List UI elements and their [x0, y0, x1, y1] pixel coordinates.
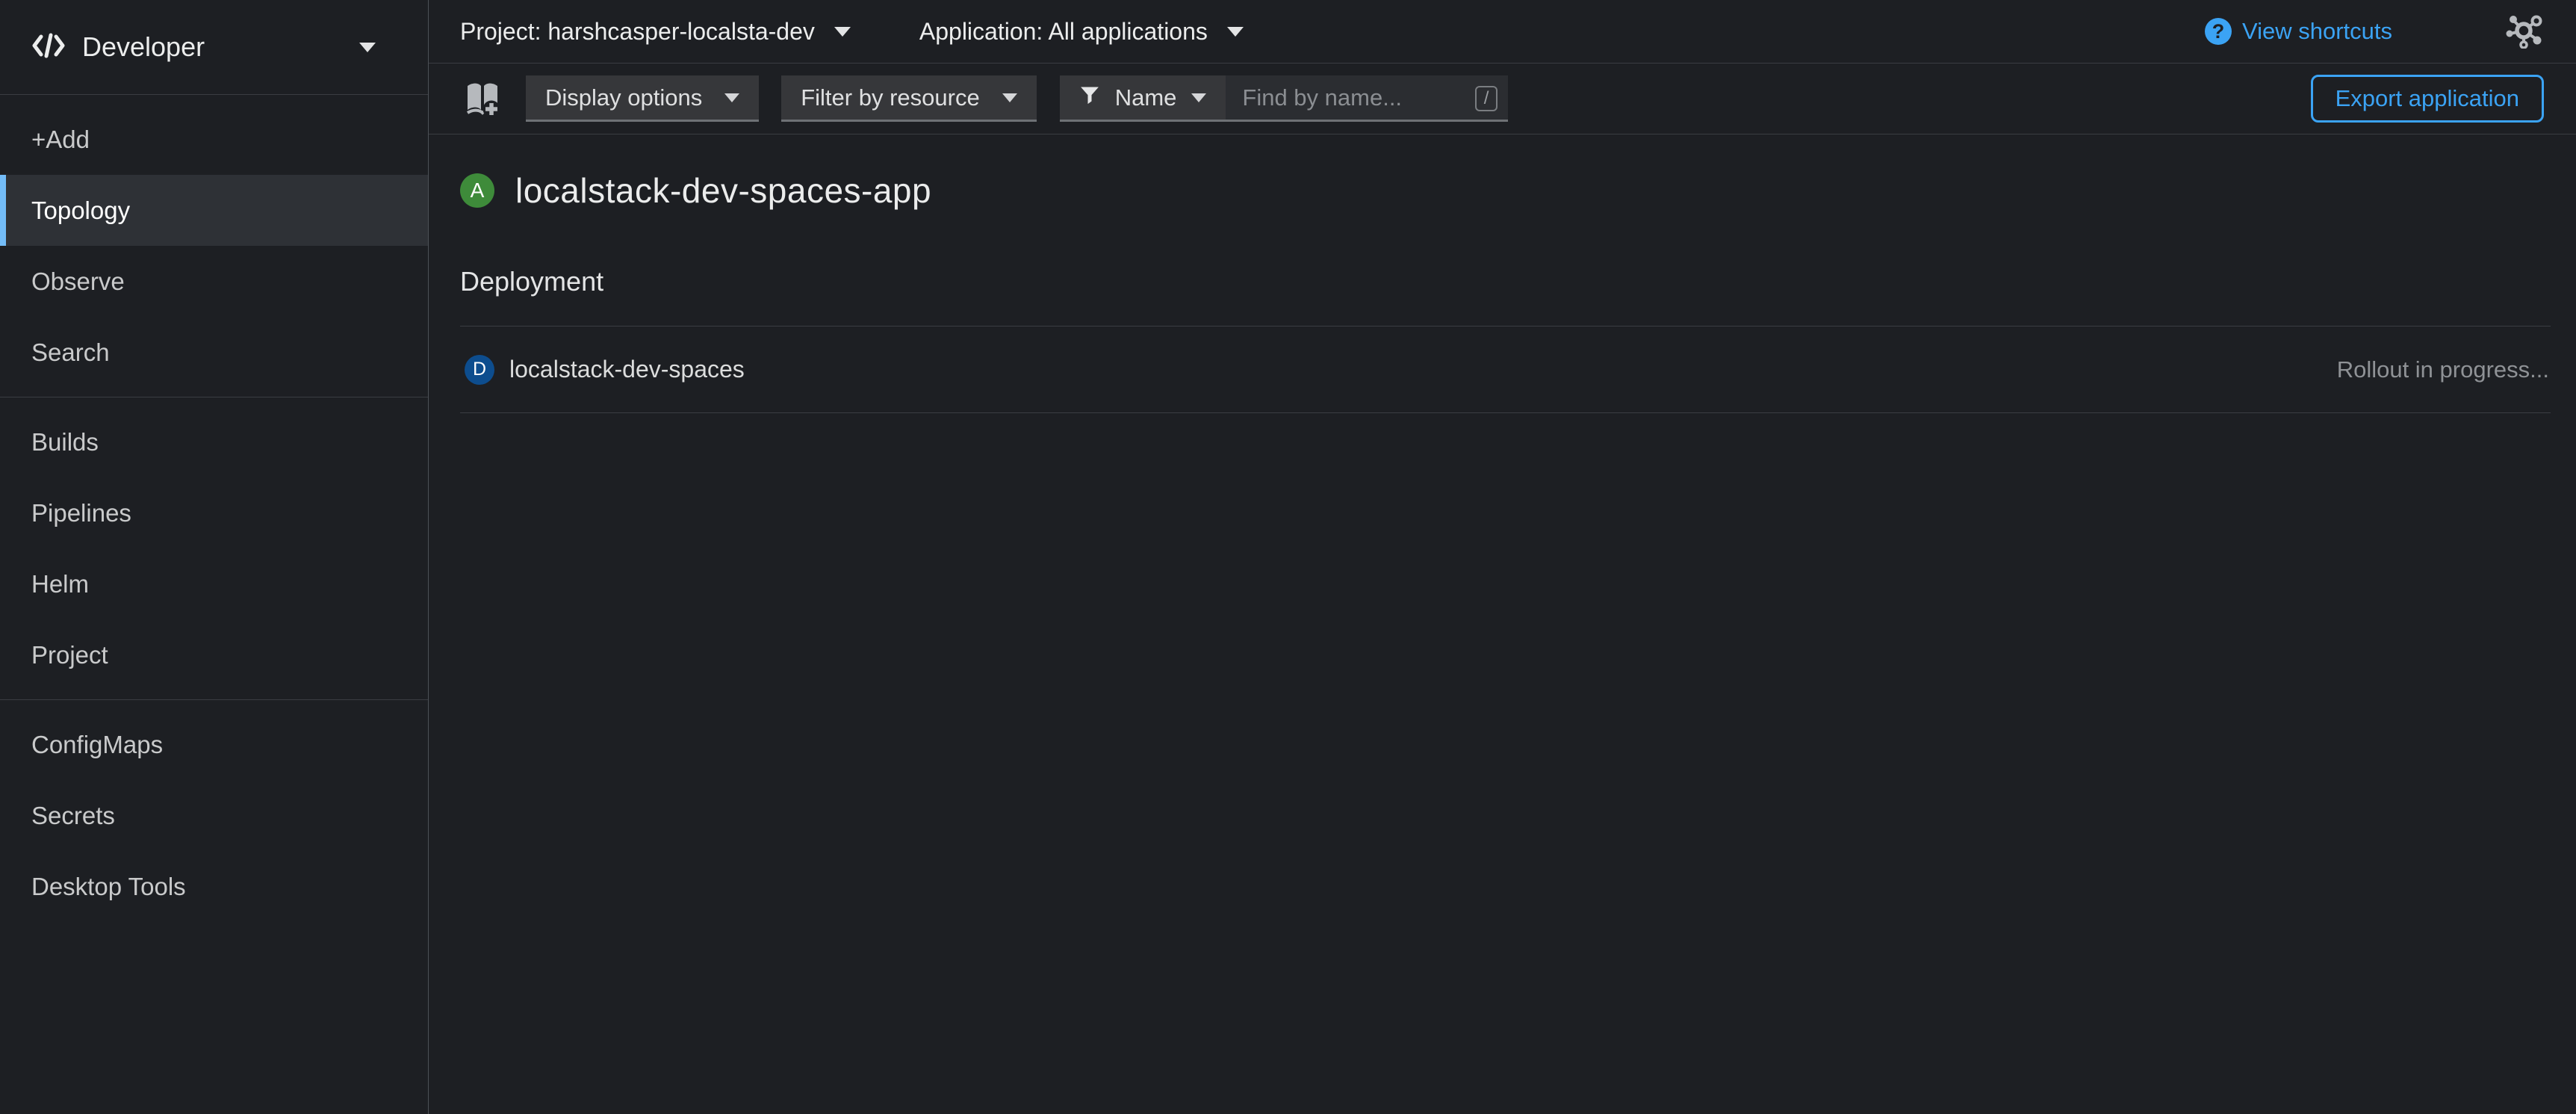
nav-group-main: +Add Topology Observe Search	[0, 95, 428, 397]
resource-list: D localstack-dev-spaces Rollout in progr…	[460, 326, 2551, 413]
sidebar-item-observe[interactable]: Observe	[0, 246, 428, 317]
context-bar-right: ? View shortcuts	[2205, 14, 2543, 49]
view-shortcuts-link[interactable]: ? View shortcuts	[2205, 18, 2392, 45]
resource-section-title: Deployment	[460, 266, 2551, 297]
sidebar-item-builds[interactable]: Builds	[0, 406, 428, 477]
display-options-dropdown[interactable]: Display options	[526, 75, 759, 122]
filter-by-resource-label: Filter by resource	[801, 84, 979, 111]
sidebar-item-topology[interactable]: Topology	[0, 175, 428, 246]
main-column: Project: harshcasper-localsta-dev Applic…	[429, 0, 2576, 1114]
nav-group-resources: ConfigMaps Secrets Desktop Tools	[0, 699, 428, 931]
name-filter-group: Name /	[1060, 75, 1509, 122]
export-application-button[interactable]: Export application	[2311, 75, 2544, 123]
sidebar-item-desktop-tools[interactable]: Desktop Tools	[0, 851, 428, 922]
display-options-label: Display options	[545, 84, 702, 111]
table-row[interactable]: D localstack-dev-spaces Rollout in progr…	[460, 326, 2551, 413]
application-badge: A	[460, 173, 494, 208]
resource-name-link[interactable]: localstack-dev-spaces	[509, 356, 745, 383]
deployment-badge: D	[465, 355, 494, 385]
sidebar-item-project[interactable]: Project	[0, 619, 428, 690]
application-title: localstack-dev-spaces-app	[515, 170, 931, 211]
quick-search-book-icon[interactable]	[463, 79, 502, 118]
application-dropdown[interactable]: Application: All applications	[919, 18, 1244, 46]
chevron-down-icon	[1002, 93, 1017, 102]
sidebar-item-pipelines[interactable]: Pipelines	[0, 477, 428, 548]
question-circle-icon: ?	[2205, 18, 2232, 45]
resource-status: Rollout in progress...	[2337, 356, 2549, 383]
project-dropdown[interactable]: Project: harshcasper-localsta-dev	[460, 18, 851, 46]
nav-group-build: Builds Pipelines Helm Project	[0, 397, 428, 699]
topology-toolbar: Display options Filter by resource Name	[429, 64, 2576, 134]
context-bar: Project: harshcasper-localsta-dev Applic…	[429, 0, 2576, 64]
topology-list-content: A localstack-dev-spaces-app Deployment D…	[429, 134, 2576, 1114]
project-dropdown-label: Project: harshcasper-localsta-dev	[460, 18, 815, 46]
find-by-name-wrap: /	[1226, 75, 1508, 122]
sidebar-item-search[interactable]: Search	[0, 317, 428, 388]
topology-view-icon[interactable]	[2504, 14, 2543, 49]
chevron-down-icon	[834, 27, 851, 37]
find-by-name-input[interactable]	[1226, 75, 1508, 122]
chevron-down-icon	[1191, 93, 1206, 102]
sidebar-item-secrets[interactable]: Secrets	[0, 780, 428, 851]
filter-type-dropdown[interactable]: Name	[1060, 75, 1226, 122]
filter-type-label: Name	[1115, 84, 1177, 111]
filter-icon	[1079, 84, 1100, 111]
filter-by-resource-dropdown[interactable]: Filter by resource	[781, 75, 1036, 122]
view-shortcuts-label: View shortcuts	[2242, 18, 2392, 45]
sidebar-item-configmaps[interactable]: ConfigMaps	[0, 709, 428, 780]
chevron-down-icon	[724, 93, 739, 102]
perspective-left: Developer	[31, 31, 359, 63]
sidebar-item-add[interactable]: +Add	[0, 104, 428, 175]
chevron-down-icon	[359, 43, 376, 52]
application-dropdown-label: Application: All applications	[919, 18, 1208, 46]
application-group-heading: A localstack-dev-spaces-app	[460, 170, 2551, 211]
app-root: Developer +Add Topology Observe Search B…	[0, 0, 2576, 1114]
perspective-label: Developer	[82, 31, 205, 63]
code-icon	[31, 33, 66, 62]
slash-shortcut-badge: /	[1475, 86, 1498, 111]
chevron-down-icon	[1227, 27, 1244, 37]
sidebar: Developer +Add Topology Observe Search B…	[0, 0, 429, 1114]
sidebar-item-helm[interactable]: Helm	[0, 548, 428, 619]
perspective-switcher[interactable]: Developer	[0, 0, 428, 95]
